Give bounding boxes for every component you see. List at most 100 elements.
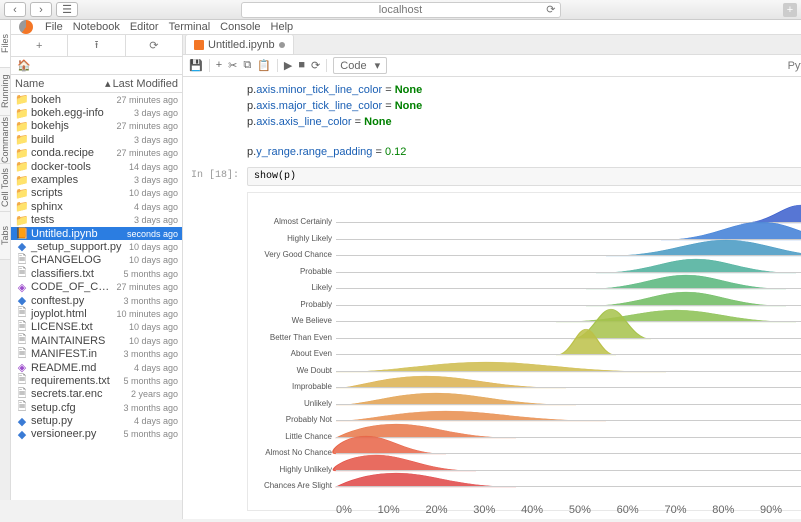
ridge-row: Chances Are Slight xyxy=(336,465,801,487)
save-button[interactable]: 💾 xyxy=(189,59,203,72)
new-tab-button[interactable]: + xyxy=(783,3,797,17)
file-row[interactable]: 🗎joyplot.html10 minutes ago xyxy=(11,307,182,320)
refresh-button[interactable]: ⟳ xyxy=(126,35,182,56)
file-row[interactable]: 📁bokeh.egg-info3 days ago xyxy=(11,106,182,119)
ridge-label: Improbable xyxy=(250,382,332,391)
file-row[interactable]: 📁examples3 days ago xyxy=(11,173,182,186)
file-time: 3 months ago xyxy=(123,403,178,413)
run-button[interactable]: ▶ xyxy=(284,59,292,72)
forward-button[interactable]: › xyxy=(30,2,52,17)
new-file-button[interactable]: + xyxy=(11,35,68,56)
ridge-label: Highly Unlikely xyxy=(250,465,332,474)
file-name: docker-tools xyxy=(29,161,129,173)
file-name: requirements.txt xyxy=(29,375,123,387)
file-time: 10 days ago xyxy=(129,336,178,346)
jupyter-logo-icon xyxy=(19,20,33,34)
file-row[interactable]: 📁build3 days ago xyxy=(11,133,182,146)
breadcrumb-home[interactable]: 🏠 xyxy=(11,57,182,75)
file-list-header[interactable]: Name ▴ Last Modified xyxy=(11,75,182,93)
folder-icon: 📁 xyxy=(15,120,29,133)
file-name: sphinx xyxy=(29,201,134,213)
file-row[interactable]: 🗎CHANGELOG10 days ago xyxy=(11,254,182,267)
file-row[interactable]: 📙Untitled.ipynbseconds ago xyxy=(11,227,182,240)
url-bar[interactable]: localhost ⟳ xyxy=(241,2,561,18)
menu-notebook[interactable]: Notebook xyxy=(73,21,120,33)
file-time: 14 days ago xyxy=(129,162,178,172)
file-name: setup.cfg xyxy=(29,402,123,414)
file-name: build xyxy=(29,134,134,146)
file-row[interactable]: 📁docker-tools14 days ago xyxy=(11,160,182,173)
left-rail: FilesRunningCommandsCell ToolsTabs xyxy=(0,20,11,500)
file-time: 10 days ago xyxy=(129,242,178,252)
ridge-label: Very Good Chance xyxy=(250,250,332,259)
ridgeline-chart: Almost CertainlyHighly LikelyVery Good C… xyxy=(336,201,801,502)
file-row[interactable]: ◈CODE_OF_CONDUCT...27 minutes ago xyxy=(11,280,182,293)
reload-icon[interactable]: ⟳ xyxy=(546,3,555,16)
file-row[interactable]: 🗎MAINTAINERS10 days ago xyxy=(11,334,182,347)
file-row[interactable]: 🗎LICENSE.txt10 days ago xyxy=(11,321,182,334)
stop-button[interactable]: ■ xyxy=(298,59,305,72)
ridge-label: We Believe xyxy=(250,316,332,325)
file-name: secrets.tar.enc xyxy=(29,388,131,400)
file-time: 5 months ago xyxy=(123,269,178,279)
notebook-tab[interactable]: Untitled.ipynb xyxy=(185,34,294,54)
file-row[interactable]: 📁bokehjs27 minutes ago xyxy=(11,120,182,133)
paste-button[interactable]: 📋 xyxy=(257,59,271,72)
file-time: 3 days ago xyxy=(134,108,178,118)
file-name: CODE_OF_CONDUCT... xyxy=(29,281,116,293)
rail-tab-cell-tools[interactable]: Cell Tools xyxy=(0,164,10,212)
cell-output: Almost CertainlyHighly LikelyVery Good C… xyxy=(247,192,801,511)
cut-button[interactable]: ✂ xyxy=(228,59,237,72)
cell-code[interactable]: show(p) xyxy=(247,167,801,186)
rail-tab-running[interactable]: Running xyxy=(0,68,10,116)
ridge-label: Likely xyxy=(250,283,332,292)
x-tick: 30% xyxy=(473,504,495,516)
menu-file[interactable]: File xyxy=(45,21,63,33)
copy-button[interactable]: ⧉ xyxy=(243,59,251,72)
menu-help[interactable]: Help xyxy=(271,21,294,33)
file-row[interactable]: ◆setup.py4 days ago xyxy=(11,414,182,427)
file-name: _setup_support.py xyxy=(29,241,129,253)
file-time: 10 days ago xyxy=(129,322,178,332)
folder-icon: 📁 xyxy=(15,107,29,120)
py-icon: ◆ xyxy=(15,428,29,441)
kernel-name[interactable]: Python 3 xyxy=(788,60,801,72)
file-name: setup.py xyxy=(29,415,134,427)
file-row[interactable]: 📁conda.recipe27 minutes ago xyxy=(11,147,182,160)
file-time: 27 minutes ago xyxy=(116,121,178,131)
file-row[interactable]: 📁tests3 days ago xyxy=(11,214,182,227)
menu-editor[interactable]: Editor xyxy=(130,21,159,33)
file-time: 10 minutes ago xyxy=(116,309,178,319)
file-row[interactable]: ◆_setup_support.py10 days ago xyxy=(11,240,182,253)
file-row[interactable]: 🗎requirements.txt5 months ago xyxy=(11,374,182,387)
back-button[interactable]: ‹ xyxy=(4,2,26,17)
sidebar-toggle[interactable]: ☰ xyxy=(56,2,78,17)
file-row[interactable]: 📁sphinx4 days ago xyxy=(11,200,182,213)
file-row[interactable]: 🗎secrets.tar.enc2 years ago xyxy=(11,388,182,401)
file-row[interactable]: ◆conftest.py3 months ago xyxy=(11,294,182,307)
rail-tab-tabs[interactable]: Tabs xyxy=(0,212,10,260)
restart-button[interactable]: ⟳ xyxy=(311,59,320,72)
ridge-label: Unlikely xyxy=(250,399,332,408)
file-name: LICENSE.txt xyxy=(29,321,129,333)
add-cell-button[interactable]: + xyxy=(216,59,222,72)
file-row[interactable]: 📁bokeh27 minutes ago xyxy=(11,93,182,106)
x-axis: 0%10%20%30%40%50%60%70%80%90%100% xyxy=(336,504,801,516)
input-cell[interactable]: In [18]: show(p) xyxy=(191,167,801,186)
upload-button[interactable]: ⭱ xyxy=(68,35,125,56)
file-row[interactable]: ◈README.md4 days ago xyxy=(11,361,182,374)
file-name: CHANGELOG xyxy=(29,254,129,266)
file-row[interactable]: 🗎MANIFEST.in3 months ago xyxy=(11,347,182,360)
rail-tab-files[interactable]: Files xyxy=(0,20,10,68)
menu-console[interactable]: Console xyxy=(220,21,260,33)
rail-tab-commands[interactable]: Commands xyxy=(0,116,10,164)
menu-terminal[interactable]: Terminal xyxy=(169,21,211,33)
notebook-body[interactable]: p.axis.minor_tick_line_color = None p.ax… xyxy=(183,77,801,519)
file-row[interactable]: 🗎classifiers.txt5 months ago xyxy=(11,267,182,280)
header-name: Name xyxy=(15,78,103,90)
file-row[interactable]: 🗎setup.cfg3 months ago xyxy=(11,401,182,414)
cell-type-select[interactable]: Code ▾ xyxy=(333,57,387,74)
file-row[interactable]: ◆versioneer.py5 months ago xyxy=(11,428,182,441)
file-row[interactable]: 📁scripts10 days ago xyxy=(11,187,182,200)
file-time: seconds ago xyxy=(127,229,178,239)
